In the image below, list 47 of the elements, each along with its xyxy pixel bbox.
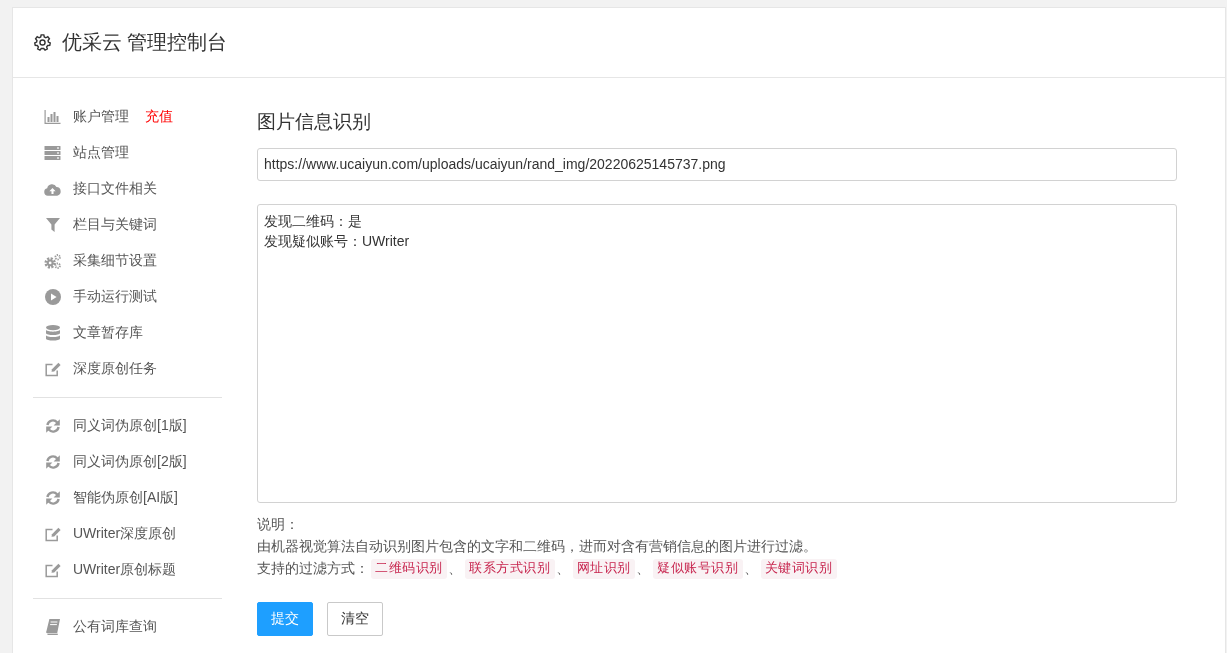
cloud-upload-icon [44, 182, 61, 196]
sidebar-item[interactable]: 接口文件相关 [33, 171, 157, 207]
sidebar-item[interactable]: 同义词伪原创[2版] [33, 444, 187, 480]
filter-icon [45, 218, 60, 232]
database-icon [45, 325, 60, 341]
list-separator: 、 [447, 560, 463, 578]
edit-icon [44, 526, 61, 542]
sidebar-item[interactable]: 同义词伪原创[1版] [33, 408, 187, 444]
sidebar-item[interactable]: 账户管理 [33, 99, 129, 135]
refresh-icon [44, 418, 61, 434]
gears-icon [44, 253, 61, 269]
sidebar-item[interactable]: 智能伪原创[AI版] [33, 480, 178, 516]
filter-tag: 网址识别 [572, 559, 635, 579]
sidebar-item[interactable]: 站点管理 [33, 135, 129, 171]
edit-icon [44, 361, 61, 377]
sidebar-item[interactable]: 文章暂存库 [33, 315, 143, 351]
refresh-icon [44, 490, 61, 506]
sidebar-item[interactable]: 深度原创任务 [33, 351, 157, 387]
filter-tag: 疑似账号识别 [653, 559, 743, 579]
edit-icon [44, 562, 61, 578]
result-textarea[interactable]: 发现二维码：是 发现疑似账号：UWriter [257, 204, 1177, 503]
list-separator: 、 [554, 560, 571, 578]
sidebar-item[interactable]: UWriter原创标题 [33, 552, 177, 588]
book-icon [45, 619, 60, 635]
recharge-link[interactable]: 充值 [134, 99, 173, 135]
play-icon [44, 289, 61, 305]
filter-tag: 联系方式识别 [465, 559, 555, 579]
filter-tag: 关键词识别 [760, 559, 837, 579]
list-separator: 、 [742, 560, 759, 578]
sidebar-item[interactable]: 采集细节设置 [33, 243, 157, 279]
notes-heading: 说明： [257, 516, 299, 534]
app-title: 优采云 管理控制台 [62, 30, 228, 55]
sidebar-item[interactable]: 栏目与关键词 [33, 207, 157, 243]
page-title: 图片信息识别 [257, 111, 372, 133]
filters-label: 支持的过滤方式： [257, 560, 369, 578]
description-text: 由机器视觉算法自动识别图片包含的文字和二维码，进而对含有营销信息的图片进行过滤。 [257, 538, 817, 556]
clear-button[interactable]: 清空 [327, 602, 383, 636]
sidebar-item[interactable]: UWriter深度原创 [33, 516, 177, 552]
sidebar-item[interactable]: 手动运行测试 [33, 279, 157, 315]
refresh-icon [44, 454, 61, 470]
url-field[interactable]: https://www.ucaiyun.com/uploads/ucaiyun/rand_img/20220625145737.png [257, 148, 1177, 181]
list-separator: 、 [635, 560, 651, 578]
settings-icon [34, 34, 51, 51]
sidebar-item[interactable]: 公有词库查询 [33, 609, 157, 645]
filter-tag: 二维码识别 [371, 559, 447, 579]
bar-chart-icon [44, 110, 61, 124]
server-icon [44, 146, 61, 160]
